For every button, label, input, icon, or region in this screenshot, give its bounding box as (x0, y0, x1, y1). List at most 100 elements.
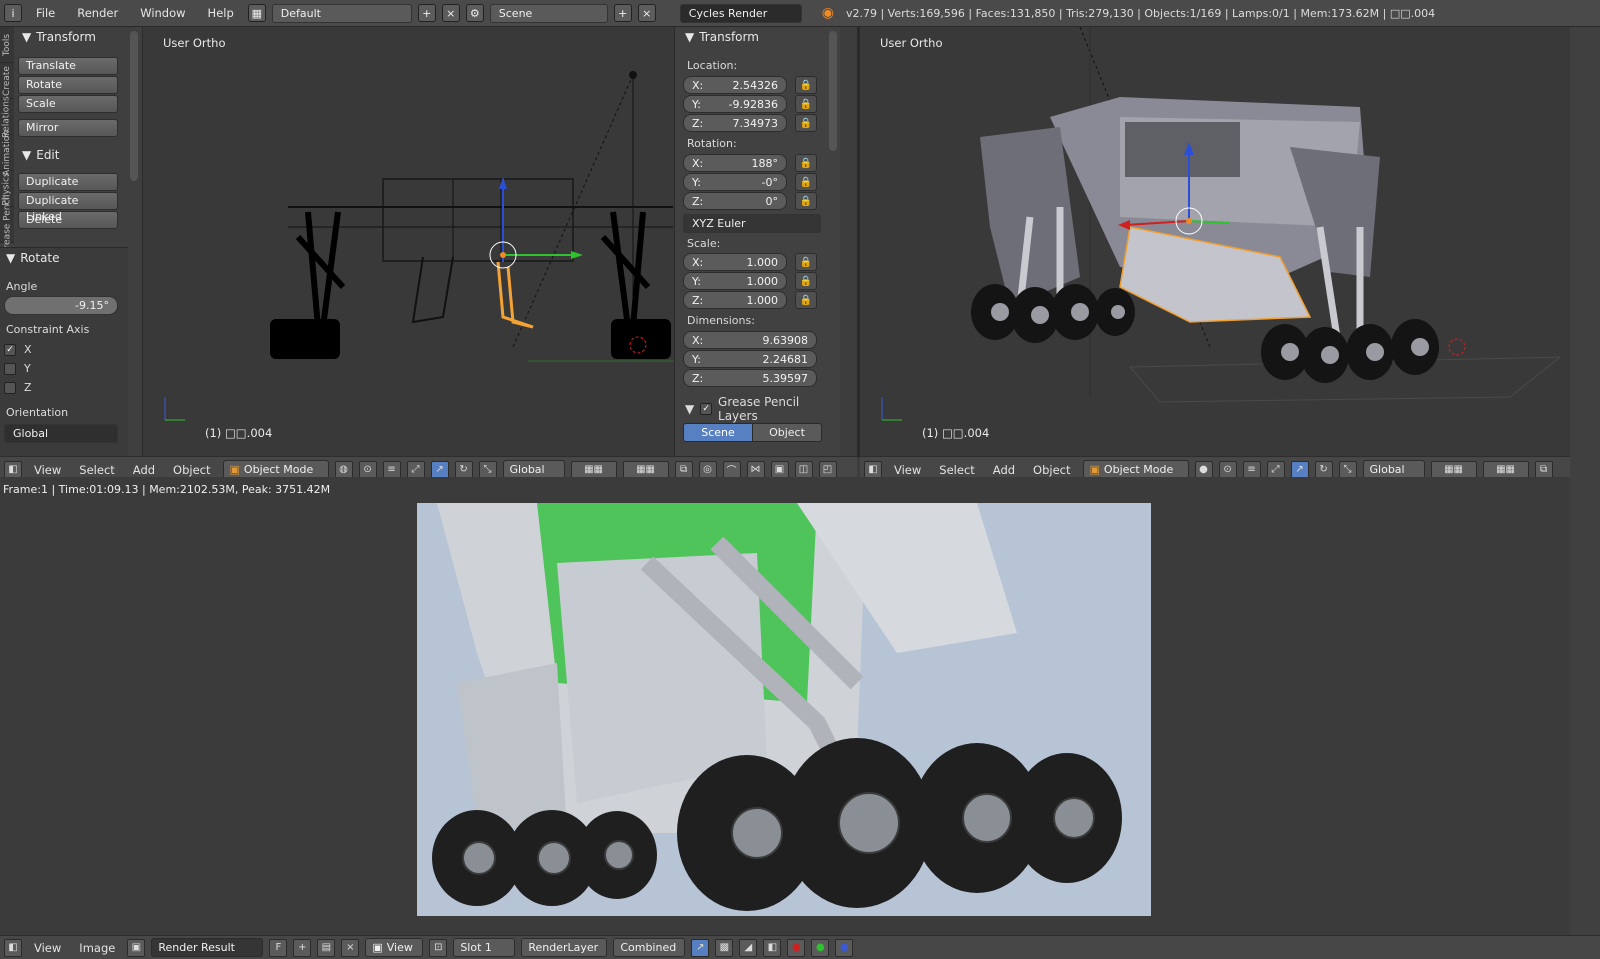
lock-icon[interactable]: 🔒 (795, 95, 817, 113)
constraint-z[interactable]: Z (4, 381, 32, 394)
open-image-icon[interactable]: ▤ (317, 938, 336, 957)
checkbox-icon[interactable] (4, 362, 16, 375)
translate-manipulator-icon[interactable]: ↗ (1290, 460, 1309, 479)
scene-layers-icon[interactable]: ▦▦ (570, 460, 617, 479)
draw-image-icon[interactable]: ↗ (691, 938, 710, 957)
menu-object[interactable]: Object (1027, 463, 1076, 477)
mirror-button[interactable]: Mirror (18, 119, 118, 137)
scene-selector[interactable]: Scene (489, 3, 608, 23)
image-browse-icon[interactable]: ▣ (127, 938, 146, 957)
viewport-right[interactable]: User Ortho (1) □□.004 (860, 27, 1570, 457)
proportional-edit-icon[interactable]: ◎ (698, 460, 717, 479)
lock-icon[interactable]: 🔒 (795, 192, 817, 210)
constraint-y[interactable]: Y (4, 362, 31, 375)
tab-scene[interactable]: Scene (683, 423, 753, 442)
location-z-field[interactable]: Z: 7.34973 (683, 114, 787, 132)
screen-layout-icon[interactable]: ▦ (247, 4, 266, 22)
add-layout-icon[interactable]: + (417, 4, 436, 22)
translate-button[interactable]: Translate (18, 57, 118, 75)
render-pass-selector[interactable]: Combined (613, 938, 686, 957)
info-editor-icon[interactable]: i (4, 4, 22, 22)
green-channel-icon[interactable]: ● (811, 938, 830, 957)
scale-x-field[interactable]: X: 1.000 (683, 253, 787, 271)
scene-layers-icon[interactable]: ▦▦ (622, 460, 669, 479)
menu-image[interactable]: Image (73, 941, 121, 955)
menu-window[interactable]: Window (132, 6, 193, 20)
lock-icon[interactable]: 🔒 (795, 253, 817, 271)
remove-layout-icon[interactable]: × (441, 4, 460, 22)
view-mode-selector[interactable]: ▣ View (365, 938, 424, 957)
checkbox-checked-icon[interactable]: ✓ (4, 343, 16, 356)
dimensions-y-field[interactable]: Y: 2.24681 (683, 350, 817, 368)
menu-view[interactable]: View (888, 463, 927, 477)
rotation-z-field[interactable]: Z: 0° (683, 192, 787, 210)
rotation-mode-selector[interactable]: XYZ Euler (683, 214, 821, 233)
render-animation-icon[interactable]: ◫ (794, 460, 813, 479)
location-x-field[interactable]: X: 2.54326 (683, 76, 787, 94)
editor-type-icon[interactable]: ◧ (4, 938, 22, 957)
rotation-y-field[interactable]: Y: -0° (683, 173, 787, 191)
lock-layer-icon[interactable]: ⧉ (674, 460, 693, 479)
layout-selector[interactable]: Default (271, 3, 412, 23)
lock-icon[interactable]: 🔒 (795, 76, 817, 94)
scale-y-field[interactable]: Y: 1.000 (683, 272, 787, 290)
opengl-render-icon[interactable]: ▣ (770, 460, 789, 479)
red-channel-icon[interactable]: ● (787, 938, 806, 957)
angle-field[interactable]: -9.15° (4, 296, 118, 315)
viewport-left[interactable]: User Ortho (1) □□.004 (143, 27, 674, 457)
translate-manipulator-icon[interactable]: ↗ (430, 460, 449, 479)
scene-layers-icon[interactable]: ▦▦ (1482, 460, 1529, 479)
menu-object[interactable]: Object (167, 463, 216, 477)
scale-manipulator-icon[interactable]: ⤡ (478, 460, 497, 479)
add-scene-icon[interactable]: + (613, 4, 632, 22)
lock-icon[interactable]: 🔒 (795, 154, 817, 172)
unlink-image-icon[interactable]: × (341, 938, 360, 957)
render-view-icon[interactable]: ◰ (818, 460, 837, 479)
operator-panel-header[interactable]: ▼ Rotate (0, 248, 128, 268)
area-divider[interactable] (857, 27, 860, 457)
channel-icon[interactable]: ◧ (763, 938, 782, 957)
edit-panel-header[interactable]: ▼ Edit (0, 145, 128, 165)
tool-shelf-scrollbar[interactable] (130, 31, 138, 181)
n-panel-scrollbar[interactable] (829, 31, 837, 151)
menu-select[interactable]: Select (933, 463, 980, 477)
menu-help[interactable]: Help (200, 6, 242, 20)
orientation-selector[interactable]: Global (4, 424, 118, 443)
manipulator-icon[interactable]: ⤢ (1266, 460, 1285, 479)
rotation-x-field[interactable]: X: 188° (683, 154, 787, 172)
lock-icon[interactable]: 🔒 (795, 272, 817, 290)
menu-select[interactable]: Select (73, 463, 120, 477)
render-layer-selector[interactable]: RenderLayer (521, 938, 608, 957)
duplicate-button[interactable]: Duplicate (18, 173, 118, 191)
viewport-shading-icon[interactable]: ● (1194, 460, 1213, 479)
layers-icon[interactable]: ≡ (382, 460, 401, 479)
transform-panel-header[interactable]: ▼ Transform (0, 27, 128, 47)
z-buffer-icon[interactable]: ◢ (739, 938, 758, 957)
scale-z-field[interactable]: Z: 1.000 (683, 291, 787, 309)
n-transform-header[interactable]: ▼ Transform (675, 27, 840, 47)
blue-channel-icon[interactable]: ● (835, 938, 854, 957)
pivot-icon[interactable]: ⊙ (1218, 460, 1237, 479)
lock-layer-icon[interactable]: ⧉ (1534, 460, 1553, 479)
slot-selector[interactable]: Slot 1 (453, 938, 516, 957)
image-name-field[interactable]: Render Result (151, 938, 264, 957)
editor-type-icon[interactable]: ◧ (4, 460, 22, 479)
render-engine-selector[interactable]: Cycles Render (679, 3, 802, 23)
pivot-icon[interactable]: ⊙ (358, 460, 377, 479)
lock-icon[interactable]: 🔒 (795, 291, 817, 309)
remove-scene-icon[interactable]: × (637, 4, 656, 22)
fake-user-button[interactable]: F (269, 938, 288, 957)
location-y-field[interactable]: Y: -9.92836 (683, 95, 787, 113)
menu-view[interactable]: View (28, 941, 67, 955)
delete-button[interactable]: Delete (18, 211, 118, 229)
pivot-icon[interactable]: ⊡ (429, 938, 448, 957)
snap-target-icon[interactable]: ⋈ (746, 460, 765, 479)
editor-type-icon[interactable]: ◧ (864, 460, 882, 479)
layers-icon[interactable]: ≡ (1242, 460, 1261, 479)
scene-layers-icon[interactable]: ▦▦ (1430, 460, 1477, 479)
grease-pencil-header[interactable]: ▼ ✓ Grease Pencil Layers (685, 395, 840, 423)
image-editor[interactable] (0, 477, 1600, 935)
menu-file[interactable]: File (28, 6, 63, 20)
dimensions-z-field[interactable]: Z: 5.39597 (683, 369, 817, 387)
rotate-button[interactable]: Rotate (18, 76, 118, 94)
